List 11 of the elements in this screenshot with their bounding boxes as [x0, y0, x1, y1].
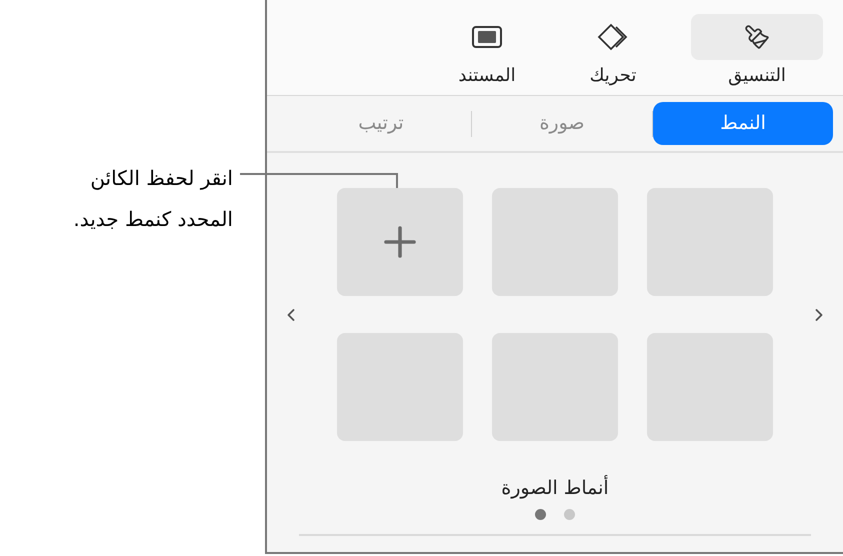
- toolbar-label: التنسيق: [728, 64, 786, 88]
- styles-title: أنماط الصورة: [501, 477, 609, 499]
- callout-text: انقر لحفظ الكائن المحدد كنمط جديد.: [72, 165, 233, 233]
- display-icon: [471, 25, 503, 49]
- toolbar-button[interactable]: المستند: [439, 14, 535, 89]
- paintbrush-icon: [744, 24, 770, 50]
- toolbar-button[interactable]: تحريك: [565, 14, 661, 89]
- add-style-button[interactable]: [337, 188, 463, 296]
- toolbar-label: المستند: [458, 64, 516, 88]
- toolbar-label: تحريك: [590, 64, 636, 88]
- segment-tab[interactable]: النمط: [653, 102, 833, 145]
